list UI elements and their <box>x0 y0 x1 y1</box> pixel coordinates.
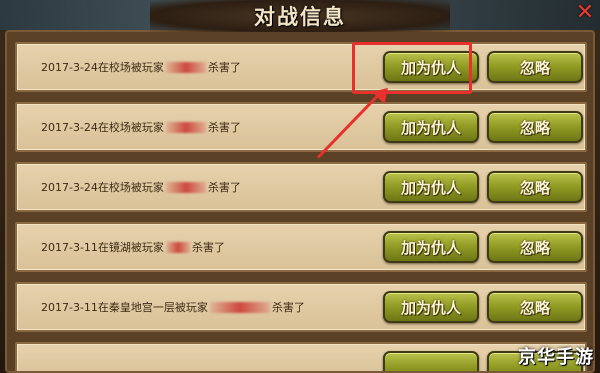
battle-log-text: 2017-3-11在镜湖被玩家 杀害了 <box>41 224 225 270</box>
log-prefix: 2017-3-24在校场被玩家 <box>41 61 164 74</box>
battle-log-row: 2017-3-11在秦皇地宫一层被玩家 杀害了 加为仇人 忽略 <box>15 282 587 332</box>
battle-log-row-partial <box>15 342 587 371</box>
ignore-button[interactable]: 忽略 <box>487 111 583 143</box>
dialog-title: 对战信息 <box>254 5 346 29</box>
log-prefix: 2017-3-24在校场被玩家 <box>41 181 164 194</box>
battle-log-text: 2017-3-11在秦皇地宫一层被玩家 杀害了 <box>41 284 305 330</box>
battle-log-row: 2017-3-24在校场被玩家 杀害了 加为仇人 忽略 <box>15 102 587 152</box>
log-prefix: 2017-3-11在镜湖被玩家 <box>41 241 164 254</box>
ignore-button[interactable]: 忽略 <box>487 231 583 263</box>
battle-log-row: 2017-3-24在校场被玩家 杀害了 加为仇人 忽略 <box>15 42 587 92</box>
add-enemy-button[interactable]: 加为仇人 <box>383 231 479 263</box>
dialog-title-banner: 对战信息 <box>150 0 450 32</box>
log-prefix: 2017-3-11在秦皇地宫一层被玩家 <box>41 301 208 314</box>
censored-player-name <box>165 121 206 133</box>
battle-log-text: 2017-3-24在校场被玩家 杀害了 <box>41 44 241 90</box>
log-suffix: 杀害了 <box>207 61 241 74</box>
log-suffix: 杀害了 <box>207 121 241 134</box>
battle-info-dialog: 2017-3-24在校场被玩家 杀害了 加为仇人 忽略 2017-3-24在校场… <box>0 0 600 373</box>
ignore-button[interactable]: 忽略 <box>487 51 583 83</box>
battle-log-row: 2017-3-11在镜湖被玩家 杀害了 加为仇人 忽略 <box>15 222 587 272</box>
battle-log-panel: 2017-3-24在校场被玩家 杀害了 加为仇人 忽略 2017-3-24在校场… <box>5 30 595 373</box>
censored-player-name <box>209 301 270 313</box>
add-enemy-button[interactable]: 加为仇人 <box>383 111 479 143</box>
log-suffix: 杀害了 <box>207 181 241 194</box>
censored-player-name <box>165 241 190 253</box>
log-prefix: 2017-3-24在校场被玩家 <box>41 121 164 134</box>
close-icon[interactable]: ✕ <box>574 2 596 24</box>
add-enemy-button[interactable]: 加为仇人 <box>383 291 479 323</box>
censored-player-name <box>165 181 206 193</box>
log-suffix: 杀害了 <box>271 301 305 314</box>
highlight-annotation <box>352 42 472 94</box>
censored-player-name <box>165 61 206 73</box>
log-suffix: 杀害了 <box>191 241 225 254</box>
add-enemy-button[interactable]: 加为仇人 <box>383 171 479 203</box>
watermark: 京华手游 <box>518 347 594 368</box>
add-enemy-button[interactable] <box>383 351 479 371</box>
battle-log-row: 2017-3-24在校场被玩家 杀害了 加为仇人 忽略 <box>15 162 587 212</box>
ignore-button[interactable]: 忽略 <box>487 291 583 323</box>
ignore-button[interactable]: 忽略 <box>487 171 583 203</box>
battle-log-text: 2017-3-24在校场被玩家 杀害了 <box>41 164 241 210</box>
battle-log-text: 2017-3-24在校场被玩家 杀害了 <box>41 104 241 150</box>
